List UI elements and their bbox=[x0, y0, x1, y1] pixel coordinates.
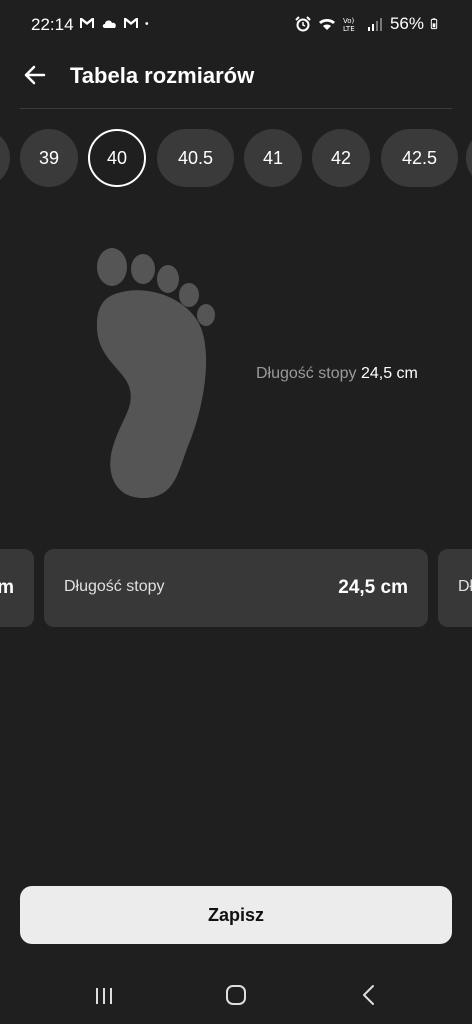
volte-icon: Vo) LTE bbox=[343, 17, 355, 33]
alarm-icon bbox=[295, 16, 311, 32]
size-chip[interactable]: 41 bbox=[244, 129, 302, 187]
status-time: 22:14 bbox=[31, 15, 74, 34]
foot-illustration bbox=[96, 248, 215, 499]
notification-icons bbox=[78, 14, 154, 32]
size-chip-partial[interactable] bbox=[0, 129, 10, 187]
measurement-card-previous[interactable]: m bbox=[0, 549, 34, 627]
size-chip[interactable]: 42.5 bbox=[381, 129, 458, 187]
cloud-icon bbox=[102, 20, 116, 28]
signal-icon bbox=[367, 18, 382, 31]
size-chip[interactable]: 39 bbox=[20, 129, 78, 187]
card-value: 24,5 cm bbox=[338, 577, 408, 598]
measurement-card-next[interactable]: Dł bbox=[438, 549, 472, 627]
battery-icon bbox=[430, 18, 438, 30]
home-icon[interactable] bbox=[221, 980, 251, 1010]
card-value-fragment: m bbox=[0, 577, 14, 598]
foot-length-label: Długość stopy bbox=[256, 365, 357, 382]
wifi-icon bbox=[318, 19, 335, 30]
size-chip[interactable]: 40.5 bbox=[157, 129, 234, 187]
svg-text:LTE: LTE bbox=[343, 25, 355, 33]
app-header: Tabela rozmiarów bbox=[0, 50, 472, 108]
size-chip-selected[interactable]: 40 bbox=[88, 129, 146, 187]
svg-text:Vo): Vo) bbox=[343, 17, 355, 25]
save-button[interactable]: Zapisz bbox=[20, 886, 452, 944]
screen: 22:14 Vo) LTE 56% Tabela rozmiarów 39 40… bbox=[0, 0, 472, 1024]
page-title: Tabela rozmiarów bbox=[70, 63, 255, 88]
size-chip-partial[interactable] bbox=[466, 129, 472, 187]
size-chip[interactable]: 42 bbox=[312, 129, 370, 187]
foot-length-value: 24,5 cm bbox=[360, 365, 418, 382]
size-selector: 39 40 40.5 41 42 42.5 bbox=[0, 129, 472, 189]
measurement-card[interactable]: Długość stopy 24,5 cm bbox=[44, 549, 428, 627]
recents-icon[interactable] bbox=[89, 980, 119, 1010]
navigation-bar bbox=[0, 970, 472, 1020]
battery-percentage: 56% bbox=[389, 14, 424, 33]
card-label: Długość stopy bbox=[64, 578, 165, 595]
gmail-icon bbox=[124, 18, 138, 28]
arrow-left-icon[interactable] bbox=[20, 60, 50, 90]
status-bar: 22:14 Vo) LTE 56% bbox=[0, 0, 472, 50]
back-icon[interactable] bbox=[354, 980, 384, 1010]
header-divider bbox=[20, 108, 452, 109]
measurement-carousel: m Długość stopy 24,5 cm Dł bbox=[0, 549, 472, 629]
system-icons: Vo) LTE 56% bbox=[294, 14, 442, 34]
gmail-icon bbox=[80, 18, 94, 28]
dot-icon bbox=[145, 22, 149, 25]
card-label-fragment: Dł bbox=[458, 578, 472, 595]
foot-length-measurement: Długość stopy 24,5 cm bbox=[256, 365, 418, 383]
